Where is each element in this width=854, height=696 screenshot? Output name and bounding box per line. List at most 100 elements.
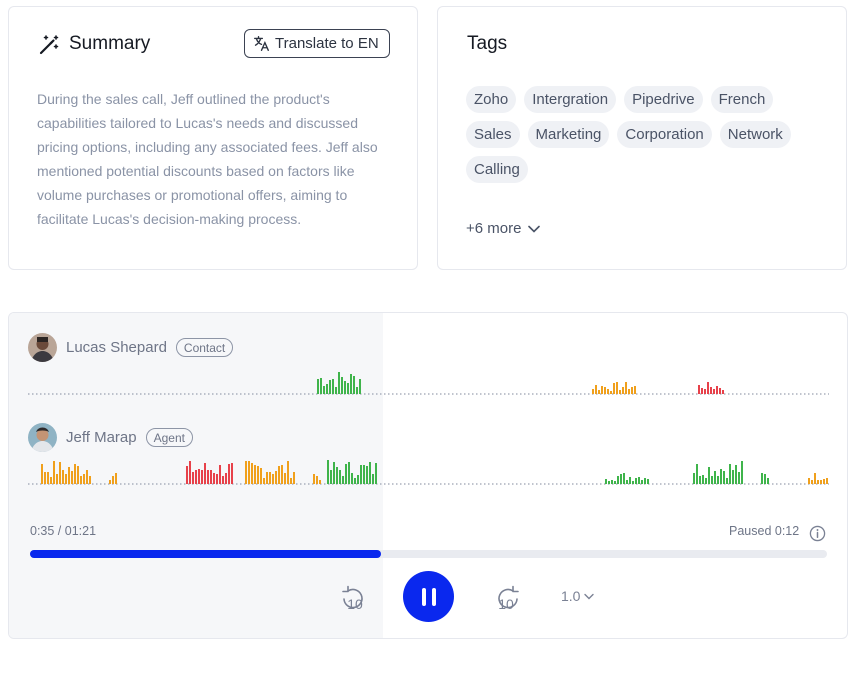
waveform-bar [607, 389, 609, 394]
waveform-bar [732, 470, 734, 484]
progress-track[interactable] [30, 550, 827, 558]
waveform-bar [201, 470, 203, 484]
waveform-bar [195, 470, 197, 484]
speed-value: 1.0 [561, 588, 581, 604]
playback-speed-select[interactable]: 1.0 [561, 588, 595, 604]
call-player: Lucas Shepard Contact Jeff Marap Agent 0… [8, 312, 848, 639]
waveform-bar [723, 471, 725, 484]
waveform-bar [717, 476, 719, 484]
waveform-bar [702, 475, 704, 484]
waveform-bar [375, 463, 377, 484]
rewind-seconds: 10 [347, 596, 363, 612]
waveform-bar [351, 473, 353, 484]
waveform-bar [319, 480, 321, 484]
waveform-bar [341, 377, 343, 394]
waveform-bar [219, 465, 221, 484]
tags-title: Tags [467, 33, 508, 54]
waveform-bar [635, 478, 637, 484]
waveform-bar [260, 468, 262, 484]
tag-calling[interactable]: Calling [466, 156, 528, 183]
waveform-bar [313, 474, 315, 484]
waveform-bar [735, 465, 737, 484]
waveform-bar [811, 480, 813, 484]
info-icon[interactable] [809, 525, 826, 542]
waveform-bar [59, 462, 61, 484]
waveform-bar [644, 478, 646, 484]
forward-10-button[interactable]: 10 [492, 583, 522, 613]
tag-network[interactable]: Network [719, 121, 791, 148]
waveform-bar [53, 461, 55, 484]
waveform-bar [210, 470, 212, 484]
waveform-bar [641, 480, 643, 484]
waveform-bar [207, 470, 209, 484]
pause-button[interactable] [403, 571, 454, 622]
tag-intergration[interactable]: Intergration [524, 86, 617, 113]
waveform-bar [823, 479, 825, 484]
waveform-bar [62, 470, 64, 484]
waveform-bar [269, 472, 271, 484]
waveform-bar [598, 390, 600, 394]
waveform-bar [705, 478, 707, 484]
speaker-row-agent: Jeff Marap Agent [28, 423, 193, 452]
waveform-bar [71, 471, 73, 484]
role-badge: Agent [145, 428, 193, 447]
tag-french[interactable]: French [710, 86, 774, 113]
translate-button[interactable]: Translate to EN [244, 29, 390, 58]
waveform-bar [83, 474, 85, 484]
waveform-bar [350, 374, 352, 394]
waveform-bar [719, 388, 721, 394]
waveform-bar [622, 387, 624, 394]
tag-pipedrive[interactable]: Pipedrive [624, 86, 703, 113]
waveform-bar [360, 465, 362, 484]
waveform-bar [213, 473, 215, 484]
speaker-row-contact: Lucas Shepard Contact [28, 333, 234, 362]
waveform-bar [623, 473, 625, 484]
chevron-down-icon [584, 593, 595, 599]
waveform-bar [628, 389, 630, 394]
waveform-bar [814, 473, 816, 484]
more-tags-toggle[interactable]: +6 more [466, 220, 541, 237]
waveform-bar [729, 464, 731, 484]
tag-sales[interactable]: Sales [466, 121, 520, 148]
waveform-bar [263, 478, 265, 484]
waveform-bar [696, 464, 698, 484]
waveform-bar [708, 467, 710, 484]
waveform-bar [738, 472, 740, 484]
tag-zoho[interactable]: Zoho [466, 86, 517, 113]
waveform-bar [266, 472, 268, 484]
waveform-bar [41, 464, 43, 484]
waveform-bar [317, 379, 319, 394]
time-elapsed: 0:35 / 01:21 [30, 524, 97, 538]
waveform-bar [605, 479, 607, 484]
tag-corporation[interactable]: Corporation [617, 121, 712, 148]
waveform-bar [228, 464, 230, 484]
waveform-bar [65, 474, 67, 484]
summary-title: Summary [69, 33, 151, 54]
waveform-bar [278, 466, 280, 484]
forward-seconds: 10 [498, 596, 514, 612]
tag-marketing[interactable]: Marketing [527, 121, 610, 148]
waveform-bar [56, 474, 58, 484]
waveform-bar [613, 383, 615, 394]
speaker-name: Lucas Shepard [66, 339, 167, 356]
waveform-bar [225, 473, 227, 484]
waveform-bar [826, 478, 828, 484]
waveform-bar [647, 479, 649, 484]
waveform-bar [347, 383, 349, 394]
waveform-bar [216, 474, 218, 484]
waveform-bar [342, 476, 344, 484]
progress-fill [30, 550, 381, 558]
waveform-bar [625, 382, 627, 394]
magic-wand-icon [39, 35, 59, 55]
waveform-bar [604, 387, 606, 394]
waveform-bar [357, 475, 359, 484]
waveform-bar [601, 386, 603, 394]
chevron-down-icon [528, 225, 541, 233]
waveform-bar [617, 476, 619, 484]
rewind-10-button[interactable]: 10 [339, 583, 369, 613]
speaker-name: Jeff Marap [66, 429, 137, 446]
waveform-bar [44, 472, 46, 484]
waveform-bar [326, 384, 328, 394]
waveform-bar [281, 465, 283, 484]
role-badge: Contact [175, 338, 234, 357]
